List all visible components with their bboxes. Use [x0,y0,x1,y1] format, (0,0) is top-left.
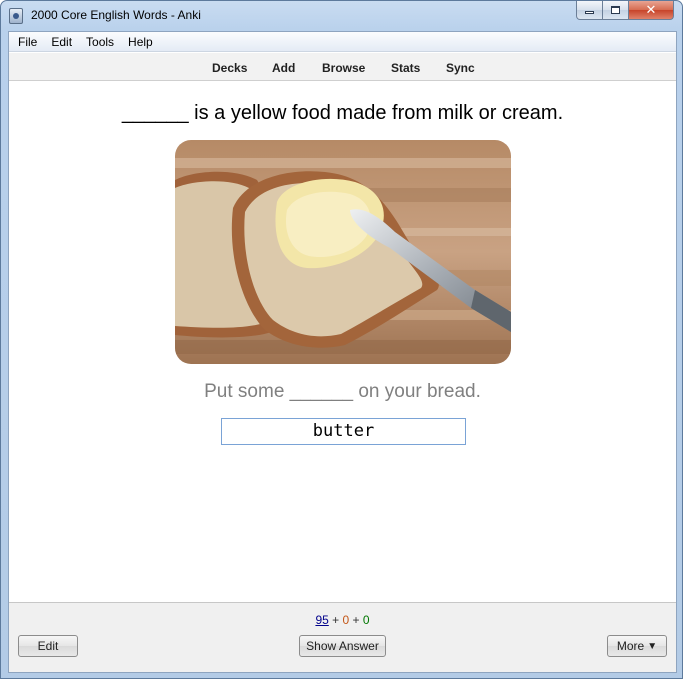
anki-app-icon[interactable] [9,8,23,24]
menu-tools[interactable]: Tools [80,35,120,49]
toolbar-stats-link[interactable]: Stats [391,61,420,75]
more-button[interactable]: More ▼ [607,635,667,657]
close-icon: ✕ [645,2,657,18]
bottom-bar: 95 + 0 + 0 Edit Show Answer More ▼ [9,602,676,672]
show-answer-label: Show Answer [306,639,379,653]
show-answer-button[interactable]: Show Answer [299,635,386,657]
butter-bread-image [175,140,511,364]
more-button-label: More [616,639,645,653]
answer-input[interactable]: butter [221,418,466,445]
card-view: ______ is a yellow food made from milk o… [9,82,676,602]
edit-button[interactable]: Edit [18,635,78,657]
menu-bar: File Edit Tools Help [9,32,676,52]
edit-button-label: Edit [37,639,59,653]
close-button[interactable]: ✕ [629,1,674,20]
butter-bread-illustration [175,140,511,364]
title-bar[interactable]: 2000 Core English Words - Anki ✕ [1,1,682,31]
menu-edit[interactable]: Edit [45,35,78,49]
example-sentence: Put some ______ on your bread. [204,381,481,402]
window-title: 2000 Core English Words - Anki [31,8,201,22]
client-area: File Edit Tools Help Decks Add Browse St… [8,31,677,673]
minimize-button[interactable] [576,1,603,20]
toolbar-browse-link[interactable]: Browse [322,61,365,75]
new-count[interactable]: 95 [315,613,328,627]
menu-file[interactable]: File [12,35,43,49]
count-separator: + [328,613,343,627]
maximize-icon [611,6,620,14]
review-count: 0 [362,613,370,627]
app-window: 2000 Core English Words - Anki ✕ File Ed… [0,0,683,679]
maximize-button[interactable] [603,1,629,20]
window-controls: ✕ [576,1,674,21]
minimize-icon [585,11,594,14]
count-separator: + [349,613,363,627]
toolbar-sync-link[interactable]: Sync [446,61,475,75]
toolbar-decks-link[interactable]: Decks [212,61,247,75]
due-counts: 95 + 0 + 0 [9,613,676,627]
top-toolbar: Decks Add Browse Stats Sync [9,53,676,81]
menu-help[interactable]: Help [122,35,159,49]
card-question: ______ is a yellow food made from milk o… [121,102,564,124]
toolbar-add-link[interactable]: Add [272,61,295,75]
caret-down-icon: ▼ [647,640,658,652]
